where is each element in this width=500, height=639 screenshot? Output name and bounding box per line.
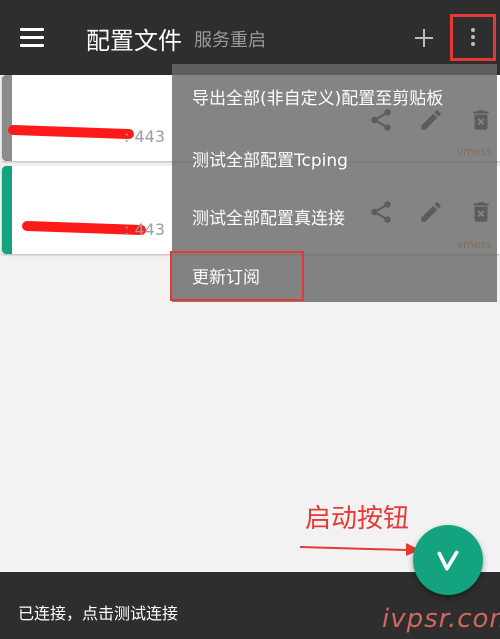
server-port: : 443 [124,220,166,239]
menu-item-export-all-to-clipboard[interactable]: 导出全部(非自定义)配置至剪贴板 [192,84,443,109]
server-selected-indicator [2,166,12,254]
server-selected-indicator [2,75,12,161]
v-icon [437,550,459,571]
annotation-label: 启动按钮 [305,504,410,534]
overflow-menu: 导出全部(非自定义)配置至剪贴板 测试全部配置Tcping 测试全部配置真连接 … [170,64,497,302]
connection-status-text[interactable]: 已连接，点击测试连接 [18,600,178,624]
page-title: 配置文件 [86,27,182,55]
hamburger-menu-icon[interactable] [14,22,50,54]
server-port: : 443 [124,127,166,146]
restart-service-button[interactable]: 服务重启 [194,26,266,52]
annotation-arrow [299,543,420,556]
menu-item-test-all-real-connection[interactable]: 测试全部配置真连接 [192,204,345,229]
watermark: ivpsr.com [382,604,500,634]
add-config-button[interactable] [410,22,438,54]
menu-item-test-all-tcping[interactable]: 测试全部配置Tcping [192,146,348,171]
menu-item-update-subscription[interactable]: 更新订阅 [170,251,304,301]
more-options-button[interactable] [450,14,496,61]
redaction-mark [7,124,135,140]
start-connection-button[interactable] [413,525,483,595]
